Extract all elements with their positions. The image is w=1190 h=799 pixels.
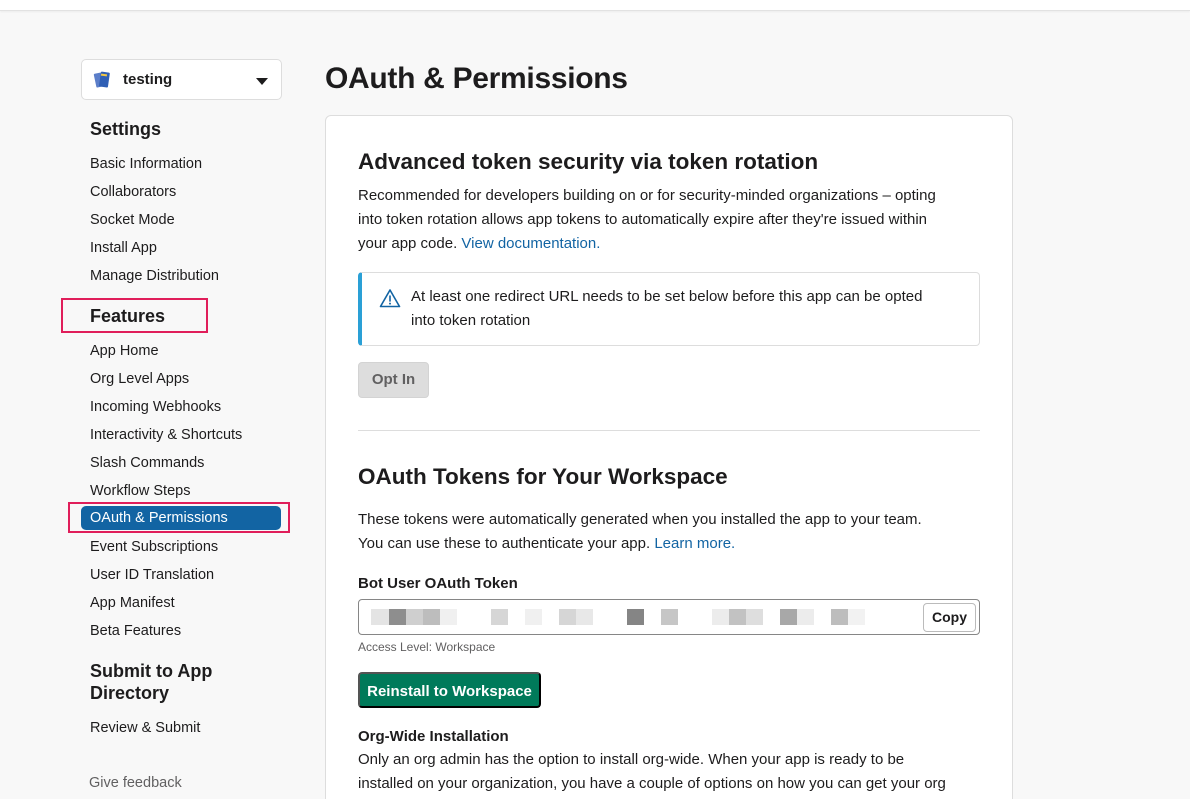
sidebar-item-org-level-apps[interactable]: Org Level Apps [90, 370, 189, 388]
sidebar-item-review-submit[interactable]: Review & Submit [90, 719, 200, 737]
sidebar-item-basic-information[interactable]: Basic Information [90, 155, 202, 173]
bot-token-field[interactable]: Copy [358, 599, 980, 635]
sidebar-item-interactivity-shortcuts[interactable]: Interactivity & Shortcuts [90, 426, 242, 444]
sidebar-item-user-id-translation[interactable]: User ID Translation [90, 566, 214, 584]
app-selector[interactable]: testing [81, 59, 282, 100]
notice-text: At least one redirect URL needs to be se… [411, 288, 923, 329]
oauth-highlight-box [68, 502, 290, 533]
org-wide-title: Org-Wide Installation [358, 728, 509, 745]
oauth-tokens-description: These tokens were automatically generate… [358, 511, 922, 552]
reinstall-button[interactable]: Reinstall to Workspace [358, 672, 541, 708]
redirect-url-notice: At least one redirect URL needs to be se… [358, 272, 980, 346]
features-heading: Features [90, 306, 166, 326]
copy-button[interactable]: Copy [923, 603, 976, 632]
sidebar-item-collaborators[interactable]: Collaborators [90, 183, 176, 201]
sidebar-item-install-app[interactable]: Install App [90, 239, 157, 257]
settings-heading: Settings [90, 119, 162, 139]
token-rotation-title: Advanced token security via token rotati… [358, 149, 819, 174]
sidebar-item-app-home[interactable]: App Home [90, 342, 159, 360]
section-divider [358, 430, 980, 431]
caret-down-icon [256, 78, 268, 85]
opt-in-button[interactable]: Opt In [358, 362, 429, 398]
view-documentation-link[interactable]: View documentation. [461, 235, 600, 252]
app-name: testing [123, 71, 173, 88]
sidebar-item-workflow-steps[interactable]: Workflow Steps [90, 482, 190, 500]
give-feedback-link[interactable]: Give feedback [89, 775, 182, 791]
access-level-text: Access Level: Workspace [358, 640, 496, 654]
submit-heading-line1: Submit to App [90, 661, 213, 681]
sidebar-item-manage-distribution[interactable]: Manage Distribution [90, 267, 219, 285]
warning-icon [379, 289, 401, 308]
top-bar [0, 0, 1190, 11]
page-title: OAuth & Permissions [325, 62, 628, 95]
submit-heading-line2: Directory [90, 683, 170, 703]
bot-token-label: Bot User OAuth Token [358, 575, 518, 592]
oauth-tokens-title: OAuth Tokens for Your Workspace [358, 464, 728, 489]
sidebar-item-slash-commands[interactable]: Slash Commands [90, 454, 204, 472]
org-wide-description: Only an org admin has the option to inst… [358, 751, 946, 792]
sidebar-item-event-subscriptions[interactable]: Event Subscriptions [90, 538, 218, 556]
sidebar-item-beta-features[interactable]: Beta Features [90, 622, 181, 640]
learn-more-link[interactable]: Learn more. [654, 535, 735, 552]
app-notebook-icon [93, 71, 110, 87]
sidebar-item-incoming-webhooks[interactable]: Incoming Webhooks [90, 398, 221, 416]
redacted-token [371, 609, 865, 625]
sidebar-item-app-manifest[interactable]: App Manifest [90, 594, 175, 612]
token-rotation-description: Recommended for developers building on o… [358, 187, 936, 252]
sidebar-item-socket-mode[interactable]: Socket Mode [90, 211, 175, 229]
